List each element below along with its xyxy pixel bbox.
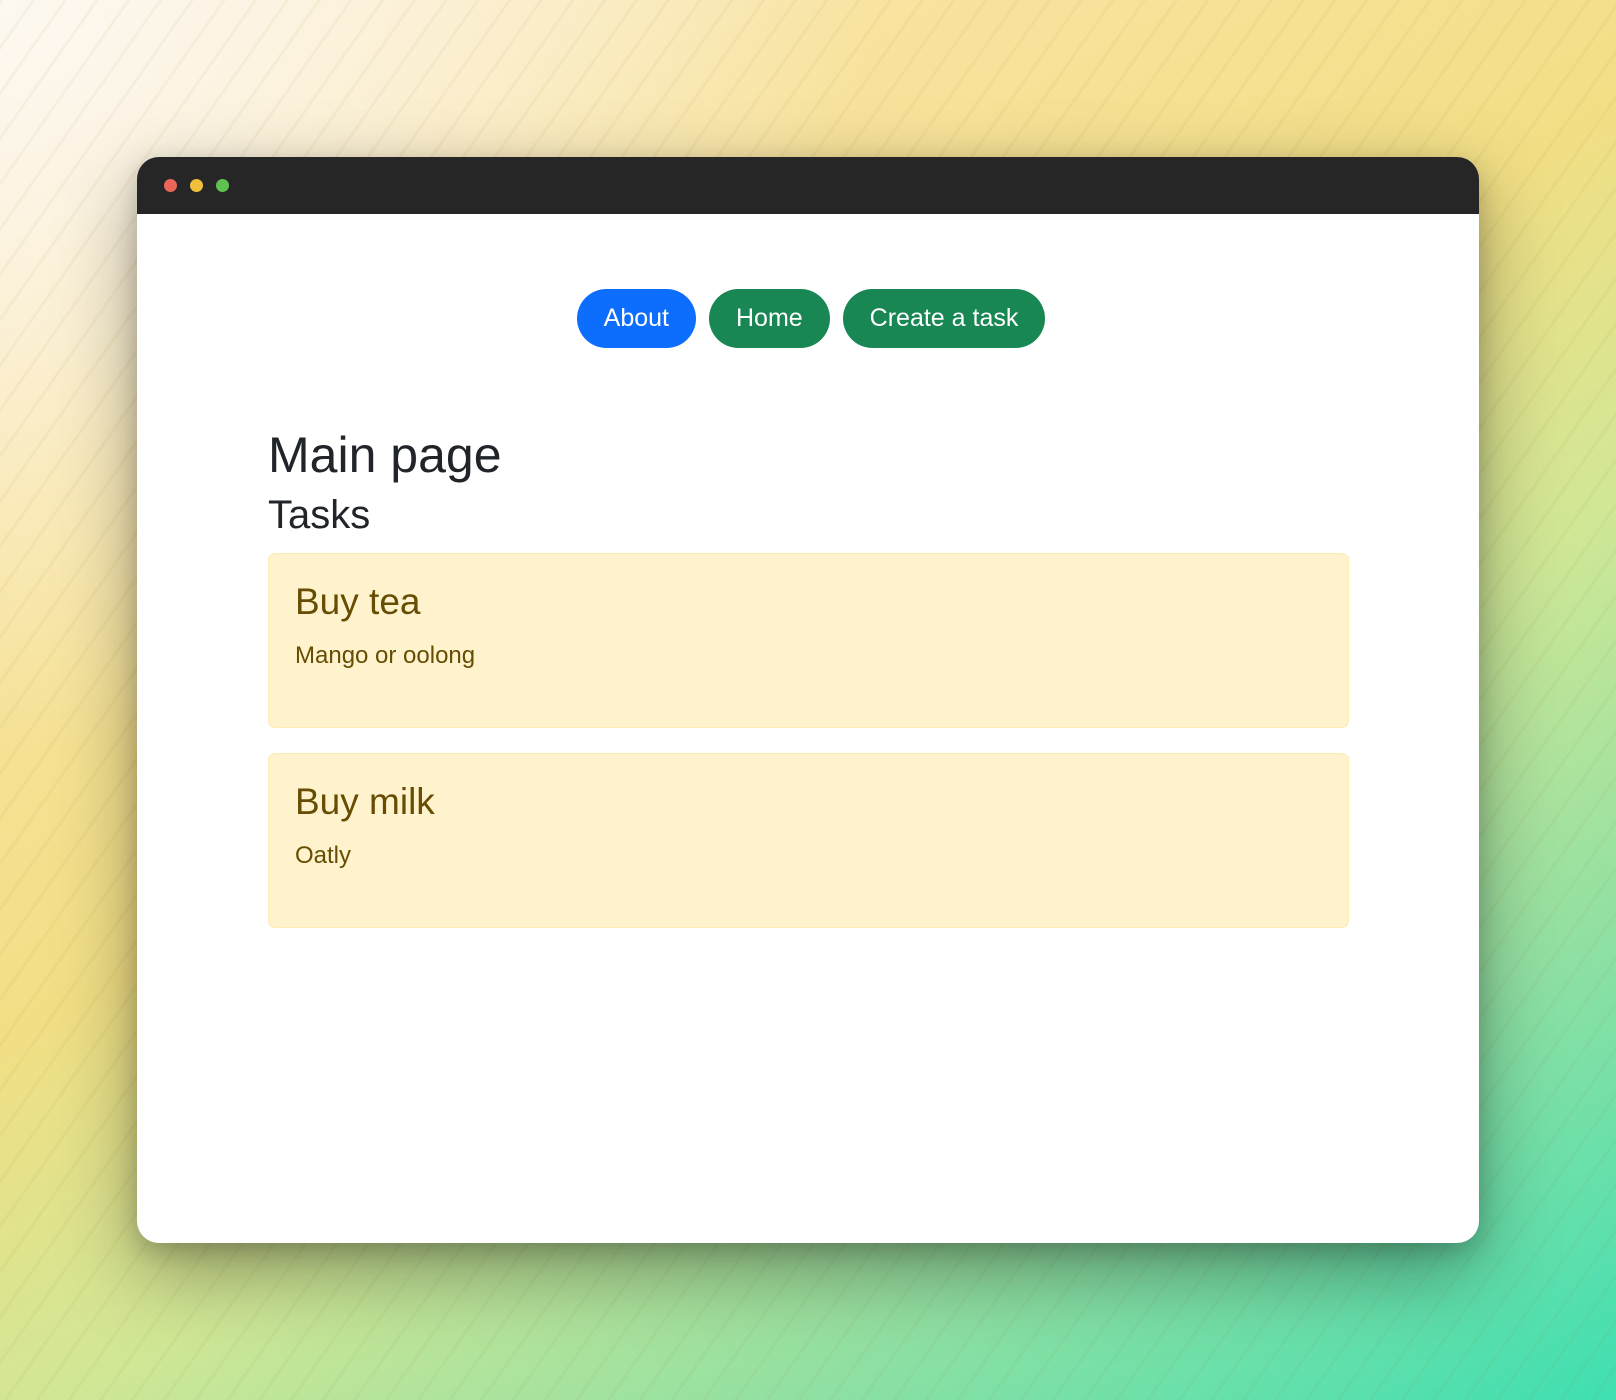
minimize-window-icon[interactable]	[190, 179, 203, 192]
page-title: Main page	[268, 427, 502, 483]
maximize-window-icon[interactable]	[216, 179, 229, 192]
create-task-button[interactable]: Create a task	[842, 289, 1046, 348]
task-title: Buy milk	[295, 781, 435, 822]
task-description: Oatly	[295, 842, 352, 870]
task-title: Buy tea	[295, 581, 421, 622]
window-titlebar	[137, 157, 1479, 214]
home-button[interactable]: Home	[708, 289, 830, 348]
task-card: Buy tea Mango or oolong	[268, 553, 1349, 728]
main-content: Main page Tasks Buy tea Mango or oolong …	[268, 425, 1349, 928]
browser-window: About Home Create a task Main page Tasks…	[137, 157, 1479, 1243]
about-button[interactable]: About	[576, 289, 696, 348]
task-description: Mango or oolong	[295, 642, 476, 670]
top-nav: About Home Create a task	[137, 289, 1479, 348]
task-card: Buy milk Oatly	[268, 753, 1349, 928]
tasks-heading: Tasks	[268, 493, 371, 537]
close-window-icon[interactable]	[164, 179, 177, 192]
